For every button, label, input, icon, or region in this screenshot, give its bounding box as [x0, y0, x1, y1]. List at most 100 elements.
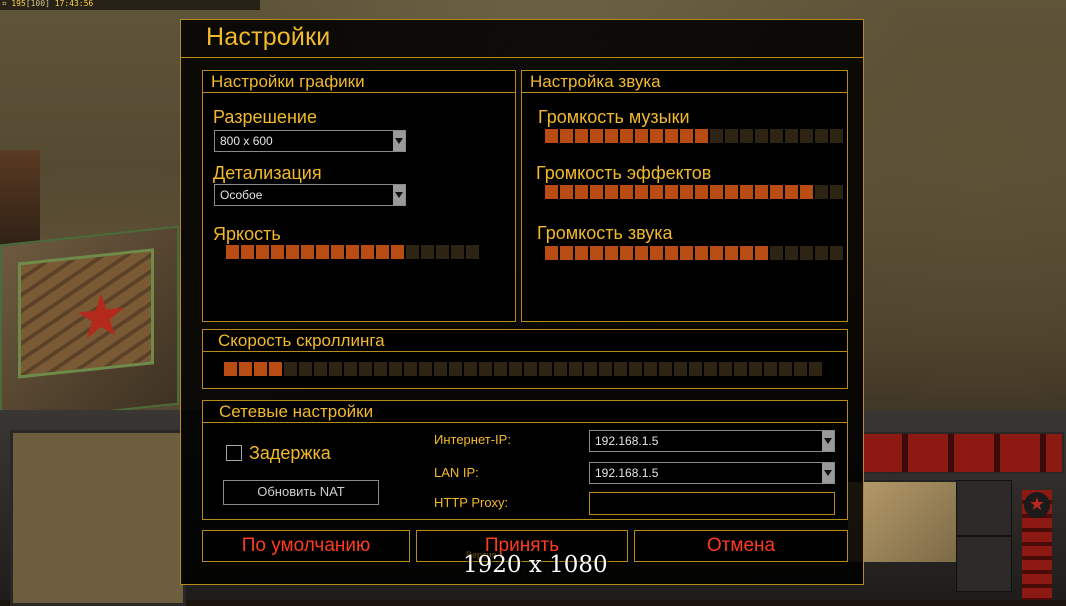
- slider-segment[interactable]: [605, 129, 618, 143]
- slider-segment[interactable]: [434, 362, 447, 376]
- slider-segment[interactable]: [271, 245, 284, 259]
- chevron-down-icon[interactable]: [393, 131, 405, 151]
- slider-segment[interactable]: [605, 185, 618, 199]
- slider-segment[interactable]: [560, 129, 573, 143]
- slider-segment[interactable]: [680, 246, 693, 260]
- slider-segment[interactable]: [239, 362, 252, 376]
- slider-segment[interactable]: [314, 362, 327, 376]
- slider-segment[interactable]: [599, 362, 612, 376]
- slider-segment[interactable]: [560, 246, 573, 260]
- slider-segment[interactable]: [524, 362, 537, 376]
- slider-segment[interactable]: [830, 246, 843, 260]
- slider-segment[interactable]: [830, 129, 843, 143]
- resolution-dropdown[interactable]: 800 x 600: [214, 130, 406, 152]
- slider-segment[interactable]: [374, 362, 387, 376]
- slider-segment[interactable]: [629, 362, 642, 376]
- cancel-button[interactable]: Отмена: [634, 530, 848, 562]
- chevron-down-icon[interactable]: [822, 463, 834, 483]
- slider-segment[interactable]: [704, 362, 717, 376]
- detail-dropdown[interactable]: Особое: [214, 184, 406, 206]
- slider-segment[interactable]: [590, 185, 603, 199]
- slider-segment[interactable]: [770, 246, 783, 260]
- slider-segment[interactable]: [710, 246, 723, 260]
- slider-segment[interactable]: [650, 129, 663, 143]
- lan-ip-dropdown[interactable]: 192.168.1.5: [589, 462, 835, 484]
- slider-segment[interactable]: [554, 362, 567, 376]
- slider-segment[interactable]: [785, 246, 798, 260]
- slider-segment[interactable]: [815, 185, 828, 199]
- slider-segment[interactable]: [749, 362, 762, 376]
- slider-segment[interactable]: [830, 185, 843, 199]
- slider-segment[interactable]: [614, 362, 627, 376]
- slider-segment[interactable]: [256, 245, 269, 259]
- chevron-down-icon[interactable]: [393, 185, 405, 205]
- slider-segment[interactable]: [226, 245, 239, 259]
- slider-segment[interactable]: [545, 129, 558, 143]
- slider-segment[interactable]: [695, 185, 708, 199]
- slider-segment[interactable]: [800, 129, 813, 143]
- slider-segment[interactable]: [494, 362, 507, 376]
- http-proxy-input[interactable]: [589, 492, 835, 515]
- slider-segment[interactable]: [740, 129, 753, 143]
- slider-segment[interactable]: [299, 362, 312, 376]
- slider-segment[interactable]: [680, 129, 693, 143]
- slider-segment[interactable]: [620, 185, 633, 199]
- slider-segment[interactable]: [436, 245, 449, 259]
- star-icon[interactable]: ★: [1024, 492, 1050, 518]
- slider-segment[interactable]: [376, 245, 389, 259]
- slider-segment[interactable]: [665, 185, 678, 199]
- slider-segment[interactable]: [569, 362, 582, 376]
- slider-segment[interactable]: [590, 129, 603, 143]
- slider-segment[interactable]: [689, 362, 702, 376]
- slider-segment[interactable]: [755, 246, 768, 260]
- slider-segment[interactable]: [785, 129, 798, 143]
- slider-segment[interactable]: [815, 246, 828, 260]
- slider-segment[interactable]: [800, 185, 813, 199]
- slider-segment[interactable]: [725, 185, 738, 199]
- slider-segment[interactable]: [391, 245, 404, 259]
- slider-segment[interactable]: [695, 246, 708, 260]
- slider-segment[interactable]: [421, 245, 434, 259]
- slider-segment[interactable]: [635, 246, 648, 260]
- slider-segment[interactable]: [785, 185, 798, 199]
- slider-segment[interactable]: [725, 246, 738, 260]
- command-tabs[interactable]: [860, 432, 1064, 474]
- brightness-slider[interactable]: [226, 245, 479, 259]
- slider-segment[interactable]: [329, 362, 342, 376]
- slider-segment[interactable]: [286, 245, 299, 259]
- slider-segment[interactable]: [764, 362, 777, 376]
- slider-segment[interactable]: [770, 129, 783, 143]
- slider-segment[interactable]: [719, 362, 732, 376]
- slider-segment[interactable]: [584, 362, 597, 376]
- slider-segment[interactable]: [301, 245, 314, 259]
- slider-segment[interactable]: [539, 362, 552, 376]
- slider-segment[interactable]: [590, 246, 603, 260]
- slider-segment[interactable]: [740, 246, 753, 260]
- slider-segment[interactable]: [809, 362, 822, 376]
- slider-segment[interactable]: [344, 362, 357, 376]
- lag-checkbox[interactable]: [226, 445, 242, 461]
- slider-segment[interactable]: [650, 246, 663, 260]
- slider-segment[interactable]: [254, 362, 267, 376]
- slider-segment[interactable]: [680, 185, 693, 199]
- slider-segment[interactable]: [620, 246, 633, 260]
- slider-segment[interactable]: [674, 362, 687, 376]
- slider-segment[interactable]: [359, 362, 372, 376]
- slider-segment[interactable]: [800, 246, 813, 260]
- slider-segment[interactable]: [575, 246, 588, 260]
- minimap[interactable]: [10, 430, 186, 606]
- slider-segment[interactable]: [331, 245, 344, 259]
- slider-segment[interactable]: [479, 362, 492, 376]
- slider-segment[interactable]: [794, 362, 807, 376]
- slider-segment[interactable]: [620, 129, 633, 143]
- slider-segment[interactable]: [710, 129, 723, 143]
- slider-segment[interactable]: [695, 129, 708, 143]
- internet-ip-dropdown[interactable]: 192.168.1.5: [589, 430, 835, 452]
- slider-segment[interactable]: [605, 246, 618, 260]
- command-slot[interactable]: [956, 480, 1012, 536]
- music-volume-slider[interactable]: [545, 129, 843, 143]
- slider-segment[interactable]: [575, 185, 588, 199]
- slider-segment[interactable]: [269, 362, 282, 376]
- slider-segment[interactable]: [346, 245, 359, 259]
- chevron-down-icon[interactable]: [822, 431, 834, 451]
